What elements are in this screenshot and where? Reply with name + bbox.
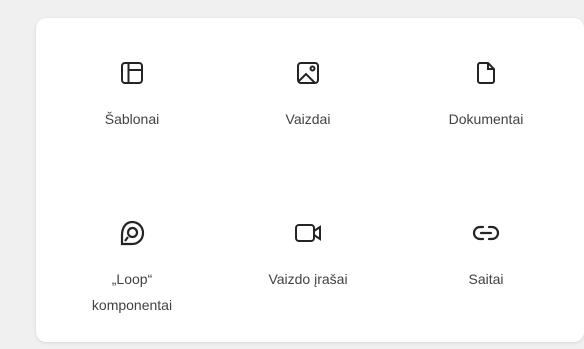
option-label: Šablonai bbox=[104, 111, 160, 127]
option-documents[interactable]: Dokumentai bbox=[396, 58, 576, 188]
option-label-line: komponentai bbox=[91, 297, 173, 313]
option-label: „Loop“ komponentai bbox=[42, 266, 222, 318]
option-images[interactable]: Vaizdai bbox=[218, 58, 398, 188]
option-label: Vaizdai bbox=[285, 111, 331, 127]
insert-content-panel: Šablonai Vaizdai Dokumentai „Loop“ kompo… bbox=[36, 18, 584, 342]
insert-options-grid: Šablonai Vaizdai Dokumentai „Loop“ kompo… bbox=[36, 18, 584, 342]
template-icon bbox=[117, 58, 147, 88]
option-label-line: „Loop“ bbox=[111, 271, 153, 287]
document-icon bbox=[471, 58, 501, 88]
video-icon bbox=[293, 218, 323, 248]
image-icon bbox=[293, 58, 323, 88]
loop-icon bbox=[117, 218, 147, 248]
option-label: Dokumentai bbox=[448, 111, 524, 127]
option-loop-components[interactable]: „Loop“ komponentai bbox=[42, 218, 222, 348]
option-label: Saitai bbox=[468, 271, 504, 287]
option-label: Vaizdo įrašai bbox=[268, 271, 348, 287]
option-templates[interactable]: Šablonai bbox=[42, 58, 222, 188]
option-links[interactable]: Saitai bbox=[396, 218, 576, 348]
link-icon bbox=[471, 218, 501, 248]
option-videos[interactable]: Vaizdo įrašai bbox=[218, 218, 398, 348]
